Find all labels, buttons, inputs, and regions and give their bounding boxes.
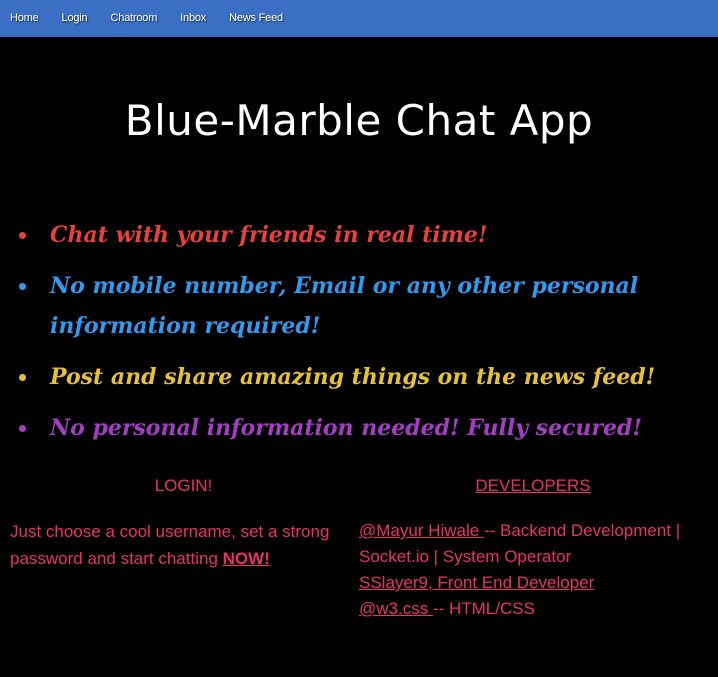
feature-item: No mobile number, Email or any other per… (0, 266, 718, 346)
feature-item: Post and share amazing things on the new… (0, 357, 718, 397)
developer-link-mayur[interactable]: @Mayur Hiwale (359, 521, 484, 540)
feature-text: Chat with your friends in real time! (50, 222, 488, 248)
login-text: Just choose a cool username, set a stron… (10, 522, 330, 568)
bullet-icon (19, 425, 26, 432)
developer-entry: @w3.css -- HTML/CSS (359, 596, 709, 622)
developer-role: -- HTML/CSS (432, 599, 535, 618)
bullet-icon (19, 283, 26, 290)
feature-text: No mobile number, Email or any other per… (50, 273, 639, 339)
developer-entry: @Mayur Hiwale -- Backend Development | S… (359, 518, 709, 570)
now-link[interactable]: NOW! (223, 549, 270, 568)
developers-list: @Mayur Hiwale -- Backend Development | S… (359, 518, 709, 622)
developer-entry: SSlayer9, Front End Developer (359, 570, 709, 596)
developers-heading[interactable]: DEVELOPERS (359, 476, 707, 496)
top-navbar: Home Login Chatroom Inbox News Feed (0, 0, 718, 37)
feature-text: No personal information needed! Fully se… (50, 415, 643, 441)
bullet-icon (19, 232, 26, 239)
feature-item: Chat with your friends in real time! (0, 215, 718, 255)
feature-item: No personal information needed! Fully se… (0, 408, 718, 448)
nav-inbox[interactable]: Inbox (170, 0, 216, 37)
developer-link-sslayer9[interactable]: SSlayer9, Front End Developer (359, 573, 594, 592)
login-heading: LOGIN! (154, 476, 213, 495)
developer-link-w3css[interactable]: @w3.css (359, 599, 433, 618)
feature-text: Post and share amazing things on the new… (50, 364, 656, 390)
nav-login[interactable]: Login (52, 0, 98, 37)
login-description: Just choose a cool username, set a stron… (10, 518, 350, 572)
feature-list: Chat with your friends in real time! No … (0, 215, 718, 459)
nav-home[interactable]: Home (0, 0, 49, 37)
bullet-icon (19, 374, 26, 381)
nav-chatroom[interactable]: Chatroom (100, 0, 167, 37)
page-title: Blue-Marble Chat App (124, 96, 594, 145)
nav-news-feed[interactable]: News Feed (219, 0, 293, 37)
